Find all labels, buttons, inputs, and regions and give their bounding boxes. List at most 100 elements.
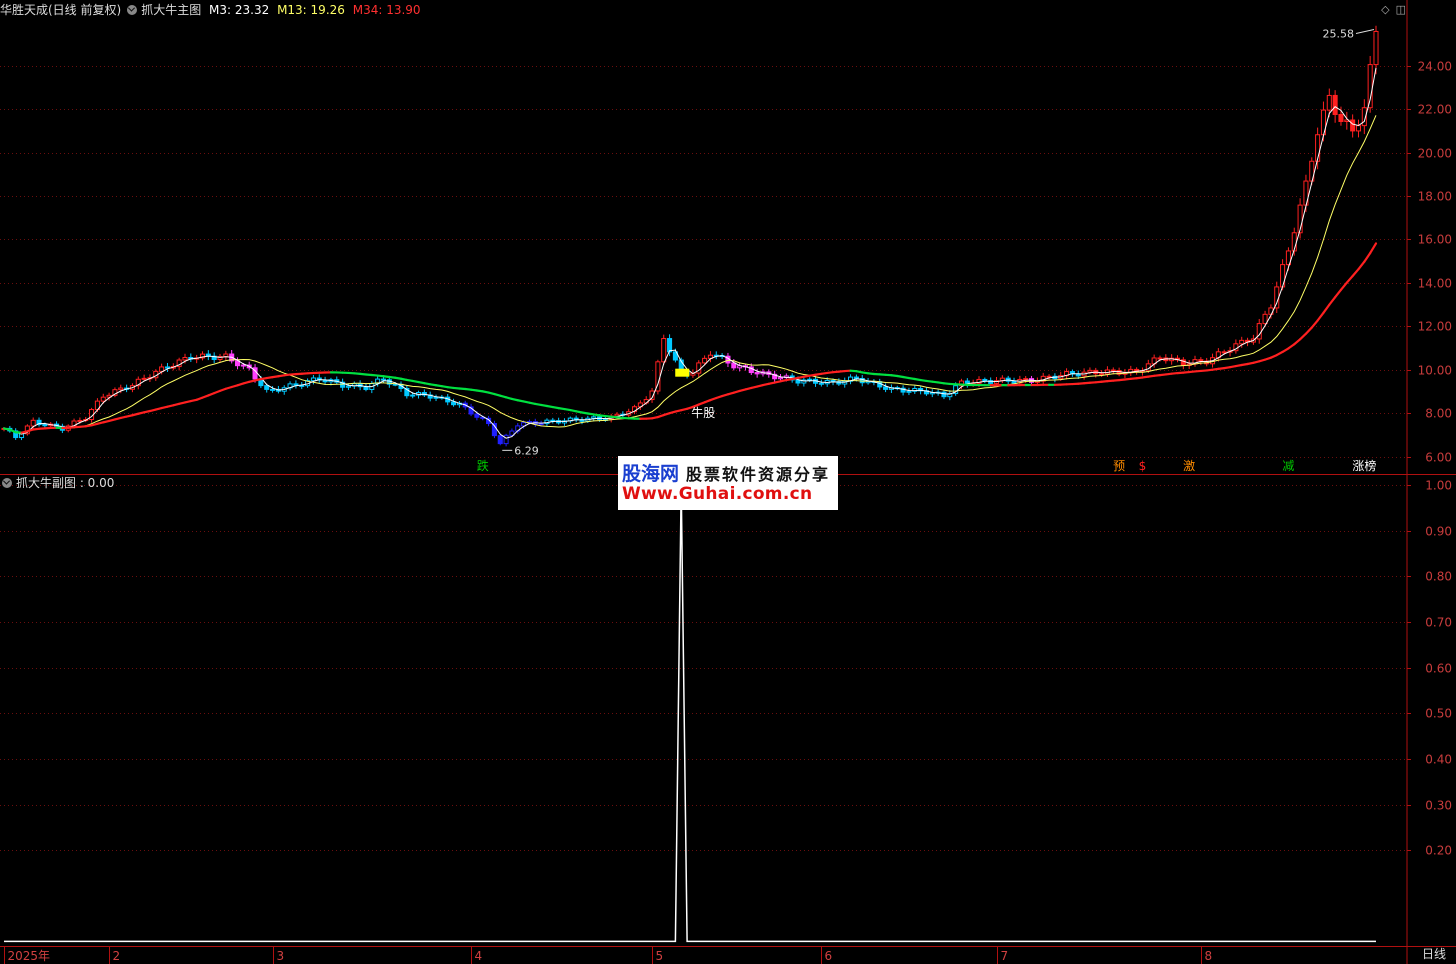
m34-segment — [1299, 332, 1308, 341]
candle-body — [1350, 119, 1356, 132]
candle-body — [1373, 30, 1379, 66]
m34-segment — [1322, 303, 1331, 314]
candle-body — [1355, 125, 1362, 132]
signal-label: 预 — [1113, 459, 1125, 473]
m34-segment — [1369, 242, 1378, 255]
y-tick-label: 24.00 — [1418, 60, 1452, 74]
candle-body — [345, 385, 351, 388]
m13-value: M13: 19.26 — [277, 3, 345, 17]
y-tick-label: 0.50 — [1425, 707, 1452, 721]
y-tick-label: 0.70 — [1425, 616, 1452, 630]
candle-body — [30, 419, 36, 427]
candle-body — [451, 401, 457, 406]
candle-body — [270, 388, 276, 391]
y-tick-label: 1.00 — [1425, 479, 1452, 493]
candle-body — [1157, 357, 1163, 360]
high-price-arrow — [1355, 28, 1375, 34]
m34-segment — [1345, 274, 1354, 284]
candle-body — [182, 357, 188, 361]
candle-body — [42, 424, 48, 427]
candle-body — [392, 383, 398, 386]
y-tick-label: 14.00 — [1418, 277, 1452, 291]
month-label: 8 — [1205, 949, 1213, 963]
y-tick-label: 0.60 — [1425, 662, 1452, 676]
candle-body — [754, 372, 760, 375]
candle-body — [941, 391, 947, 398]
candle-body — [1326, 94, 1332, 111]
candle-body — [118, 387, 124, 391]
m34-segment — [1357, 260, 1366, 271]
candle-body — [1239, 339, 1245, 345]
signal-marker — [675, 368, 690, 377]
diamond-icon[interactable]: ◇ — [1381, 3, 1389, 16]
y-tick-label: 6.00 — [1425, 451, 1452, 465]
sub-indicator-name[interactable]: 抓大牛副图 : 0.00 — [16, 476, 114, 490]
y-tick-label: 12.00 — [1418, 320, 1452, 334]
candle-body — [1221, 351, 1227, 354]
y-tick-label: 0.80 — [1425, 570, 1452, 584]
chevron-down-icon[interactable] — [2, 478, 12, 488]
y-tick-label: 18.00 — [1418, 190, 1452, 204]
y-tick-label: 20.00 — [1418, 147, 1452, 161]
candle-body — [503, 434, 509, 445]
m34-segment — [1293, 338, 1302, 346]
candle-body — [264, 385, 270, 390]
m34-segment — [1334, 288, 1343, 299]
high-price-label: 25.58 — [1323, 27, 1355, 40]
m34-segment — [1304, 326, 1313, 335]
y-tick-label: 0.20 — [1425, 844, 1452, 858]
y-tick-label: 22.00 — [1418, 103, 1452, 117]
candle-body — [731, 362, 737, 369]
month-label: 7 — [1001, 949, 1009, 963]
candle-body — [380, 378, 387, 381]
panel-toggle-icon[interactable]: ◫ — [1396, 3, 1406, 16]
signal-label: $ — [1139, 459, 1147, 473]
candle-body — [77, 419, 83, 422]
month-label: 2 — [113, 949, 121, 963]
candle-body — [702, 357, 708, 364]
watermark-logo: 股海网 股票软件资源分享 Www.Guhai.com.cn — [618, 456, 838, 510]
watermark-url: Www.Guhai.com.cn — [622, 484, 813, 504]
candle-body — [1046, 375, 1052, 378]
watermark-subtitle: 股票软件资源分享 — [686, 465, 831, 484]
month-label: 3 — [277, 949, 285, 963]
watermark-brand: 股海网 — [622, 463, 680, 485]
signal-label: 跌 — [477, 458, 489, 473]
main-chart-header: 华胜天成(日线 前复权) 抓大牛主图 M3: 23.32 M13: 19.26 M… — [0, 1, 425, 19]
y-tick-label: 8.00 — [1425, 407, 1452, 421]
window-controls: ◇ ◫ — [1375, 3, 1406, 16]
candle-body — [883, 386, 889, 390]
candle-body — [982, 378, 988, 382]
candle-body — [591, 416, 597, 419]
candle-body — [906, 390, 912, 393]
m34-segment — [1351, 268, 1360, 278]
candle-body — [1011, 380, 1017, 384]
month-label: 2025年 — [8, 949, 51, 963]
candle-body — [141, 377, 147, 380]
candle-body — [410, 394, 416, 397]
m34-segment — [1328, 296, 1337, 306]
m34-value: M34: 13.90 — [352, 3, 421, 17]
candle-body — [818, 382, 824, 385]
period-tab[interactable]: 日线 — [1422, 945, 1446, 962]
m3-value: M3: 23.32 — [209, 3, 270, 17]
candle-body — [310, 377, 316, 382]
month-label: 4 — [475, 949, 483, 963]
y-tick-label: 0.30 — [1425, 799, 1452, 813]
candle-body — [240, 364, 246, 367]
candle-body — [1338, 114, 1344, 122]
signal-label: 涨榜 — [1352, 458, 1376, 473]
candle-body — [223, 353, 229, 358]
stock-name[interactable]: 华胜天成(日线 前复权) — [0, 3, 121, 17]
low-price-label: 6.29 — [514, 444, 539, 457]
m34-segment — [1316, 311, 1325, 322]
candle-body — [1274, 286, 1280, 309]
m34-segment — [1363, 251, 1372, 263]
indicator-name[interactable]: 抓大牛主图 — [141, 3, 201, 17]
signal-label: 减 — [1282, 459, 1294, 473]
chevron-down-icon[interactable] — [127, 5, 138, 15]
candle-body — [100, 396, 106, 402]
candle-body — [1023, 378, 1029, 381]
m34-segment — [1339, 281, 1348, 291]
m13-line — [3, 115, 1377, 434]
